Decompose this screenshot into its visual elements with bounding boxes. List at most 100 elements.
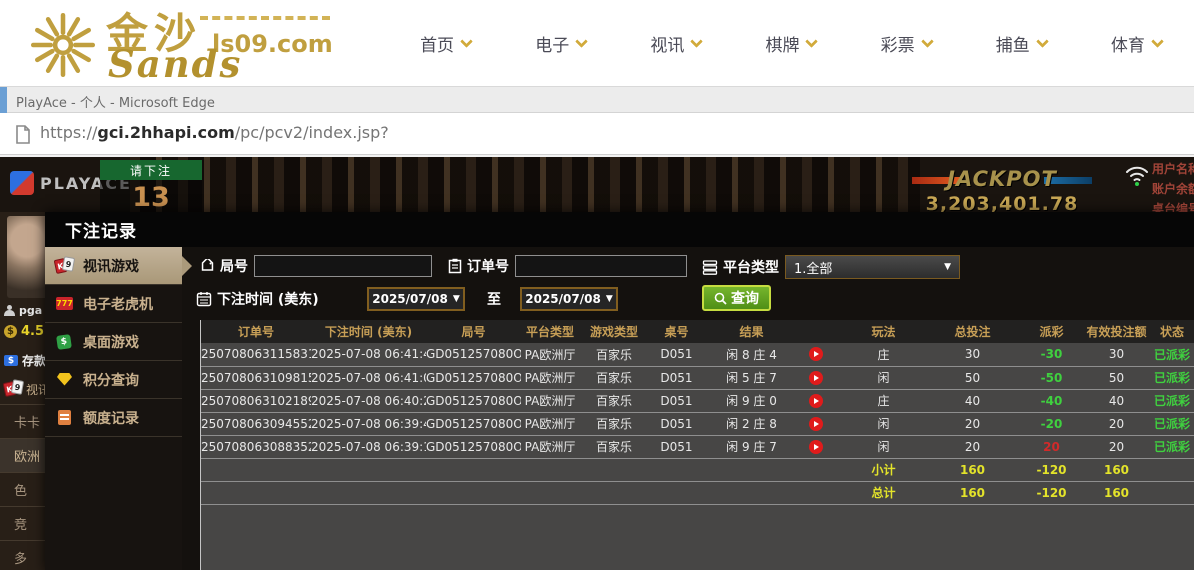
col-order-id: 订单号 xyxy=(201,320,311,343)
bet-timer-box: 请下注 13 xyxy=(100,160,202,215)
subtotal-label: 小计 xyxy=(841,457,926,481)
dice-icon: $ xyxy=(55,333,75,351)
gem-icon xyxy=(55,371,75,389)
platform-type-select[interactable]: 1.全部 ▼ xyxy=(785,255,960,279)
username-label: 用户名称 xyxy=(1152,162,1194,176)
rail-tab[interactable]: 卡卡 xyxy=(0,404,45,438)
status-badge: 已派彩 xyxy=(1149,411,1194,435)
person-icon xyxy=(4,305,15,316)
col-bet-time: 下注时间 (美东) xyxy=(311,320,426,343)
logo-dashes xyxy=(200,16,330,20)
deposit-icon: $ xyxy=(4,355,18,366)
bet-records-modal: 下注记录 K 9 视讯游戏 777 电子老虎机 $ 桌面游戏 积分查询 额度记录… xyxy=(45,212,1194,570)
chevron-down-icon xyxy=(575,34,589,48)
order-id-input[interactable] xyxy=(515,255,687,277)
url-text: https://gci.2hhapi.com/pc/pcv2/index.jsp… xyxy=(40,123,389,142)
nav-item-slots[interactable]: 电子 xyxy=(503,0,618,87)
left-rail: pga $ 4.5 $ 存款 K9 视讯 卡卡 欧洲 色 竞 多 xyxy=(0,212,45,570)
rail-tab[interactable]: 竞 xyxy=(0,506,45,540)
date-to-label: 至 xyxy=(487,292,501,308)
menu-item-points-inquiry[interactable]: 积分查询 xyxy=(45,361,182,399)
site-header: 金沙 ls09.com Sands 首页 电子 视讯 棋牌 彩票 捕鱼 体育 xyxy=(0,0,1194,87)
cards-icon: K 9 xyxy=(53,255,76,275)
status-badge: 已派彩 xyxy=(1149,365,1194,389)
modal-side-menu: K 9 视讯游戏 777 电子老虎机 $ 桌面游戏 积分查询 额度记录 xyxy=(45,247,192,570)
col-total-bet: 总投注 xyxy=(926,320,1019,343)
url-path: /pc/pcv2/index.jsp? xyxy=(234,123,389,142)
rail-tab[interactable]: 多 xyxy=(0,540,45,570)
chevron-down-icon xyxy=(1035,34,1049,48)
browser-titlebar: PlayAce - 个人 - Microsoft Edge xyxy=(0,87,1194,113)
rail-username: pga xyxy=(4,304,42,317)
play-video-icon[interactable] xyxy=(809,416,823,431)
filter-bar: 局号 订单号 平台类型 1.全部 ▼ 下注时间 (美东) 2025/07/08 … xyxy=(182,247,1194,320)
col-game-type: 游戏类型 xyxy=(579,320,649,343)
col-status: 状态 xyxy=(1149,320,1194,343)
chevron-down-icon xyxy=(690,34,704,48)
table-row: 250708063094552 2025-07-08 06:39:48 GD05… xyxy=(201,411,1194,435)
nav-item-lottery[interactable]: 彩票 xyxy=(849,0,964,87)
money-bag-icon: $ xyxy=(4,325,17,338)
sands-logo: 金沙 ls09.com Sands xyxy=(28,4,358,86)
menu-item-video-games[interactable]: K 9 视讯游戏 xyxy=(45,247,192,285)
chevron-down-icon xyxy=(920,34,934,48)
bet-records-table: 订单号 下注时间 (美东) 局号 平台类型 游戏类型 桌号 结果 玩法 总投注 xyxy=(200,320,1194,570)
status-badge: 已派彩 xyxy=(1149,388,1194,412)
live-video-strip: PLAYACE 请下注 13 JACKPOT 3,203,401.78 用户名 … xyxy=(0,157,1194,215)
table-empty-area xyxy=(201,504,1194,570)
chevron-down-icon xyxy=(1151,34,1164,48)
col-payout: 派彩 xyxy=(1019,320,1084,343)
bet-status-label: 请下注 xyxy=(100,160,202,180)
table-row: 250708063088352 2025-07-08 06:39:12 GD05… xyxy=(201,434,1194,458)
table-row: 250708063102189 2025-07-08 06:40:26 GD05… xyxy=(201,388,1194,412)
menu-item-credit-records[interactable]: 额度记录 xyxy=(45,399,182,437)
jackpot-display: JACKPOT 3,203,401.78 xyxy=(912,167,1092,215)
logo-sands-text: Sands xyxy=(108,42,243,86)
rail-video-games[interactable]: K9 视讯 xyxy=(2,379,45,398)
rail-tab[interactable]: 色 xyxy=(0,472,45,506)
col-table-no: 桌号 xyxy=(649,320,704,343)
game-page: PLAYACE 请下注 13 JACKPOT 3,203,401.78 用户名 … xyxy=(0,155,1194,570)
date-from-value: 2025/07/08 xyxy=(372,292,448,306)
col-round-id: 局号 xyxy=(426,320,521,343)
nav-item-cards[interactable]: 棋牌 xyxy=(733,0,848,87)
play-video-icon[interactable] xyxy=(809,347,823,362)
document-icon xyxy=(55,409,75,427)
nav-item-home[interactable]: 首页 xyxy=(388,0,503,87)
rail-tab[interactable]: 欧洲 xyxy=(0,438,45,472)
menu-item-slot-machines[interactable]: 777 电子老虎机 xyxy=(45,285,182,323)
round-id-input[interactable] xyxy=(254,255,432,277)
screen: 金沙 ls09.com Sands 首页 电子 视讯 棋牌 彩票 捕鱼 体育 P… xyxy=(0,0,1194,570)
date-to-picker[interactable]: 2025/07/08 ▼ xyxy=(520,287,618,311)
address-bar[interactable]: https://gci.2hhapi.com/pc/pcv2/index.jsp… xyxy=(0,113,1194,155)
rail-balance: $ 4.5 xyxy=(4,324,44,339)
caret-down-icon: ▼ xyxy=(605,294,613,304)
rail-deposit-button[interactable]: $ 存款 xyxy=(4,352,45,369)
menu-item-table-games[interactable]: $ 桌面游戏 xyxy=(45,323,182,361)
url-scheme: https:// xyxy=(40,123,98,142)
cards-icon: K9 xyxy=(2,379,25,398)
caret-down-icon: ▼ xyxy=(452,294,460,304)
balance-label: 账户余额 xyxy=(1152,182,1194,196)
table-row: 250708063109815 2025-07-08 06:41:04 GD05… xyxy=(201,365,1194,389)
chevron-down-icon xyxy=(805,34,819,48)
account-info-panel: 用户名称 账户余额 桌台编号 xyxy=(1122,157,1194,215)
grand-total-label: 总计 xyxy=(841,480,926,504)
date-to-value: 2025/07/08 xyxy=(525,292,601,306)
platform-icon xyxy=(702,259,718,275)
play-video-icon[interactable] xyxy=(809,393,823,408)
search-button[interactable]: 查询 xyxy=(702,285,771,311)
chevron-down-icon xyxy=(460,34,473,48)
avatar xyxy=(7,216,45,298)
jackpot-label: JACKPOT xyxy=(947,167,1057,191)
nav-item-live[interactable]: 视讯 xyxy=(618,0,733,87)
play-video-icon[interactable] xyxy=(809,439,823,454)
wifi-icon xyxy=(1126,166,1148,186)
modal-title: 下注记录 xyxy=(45,212,1194,247)
nav-item-fishing[interactable]: 捕鱼 xyxy=(964,0,1079,87)
table-row: 250708063115831 2025-07-08 06:41:43 GD05… xyxy=(201,343,1194,366)
play-video-icon[interactable] xyxy=(809,370,823,385)
bet-countdown: 13 xyxy=(132,182,170,213)
date-from-picker[interactable]: 2025/07/08 ▼ xyxy=(367,287,465,311)
nav-item-sports[interactable]: 体育 xyxy=(1079,0,1194,87)
